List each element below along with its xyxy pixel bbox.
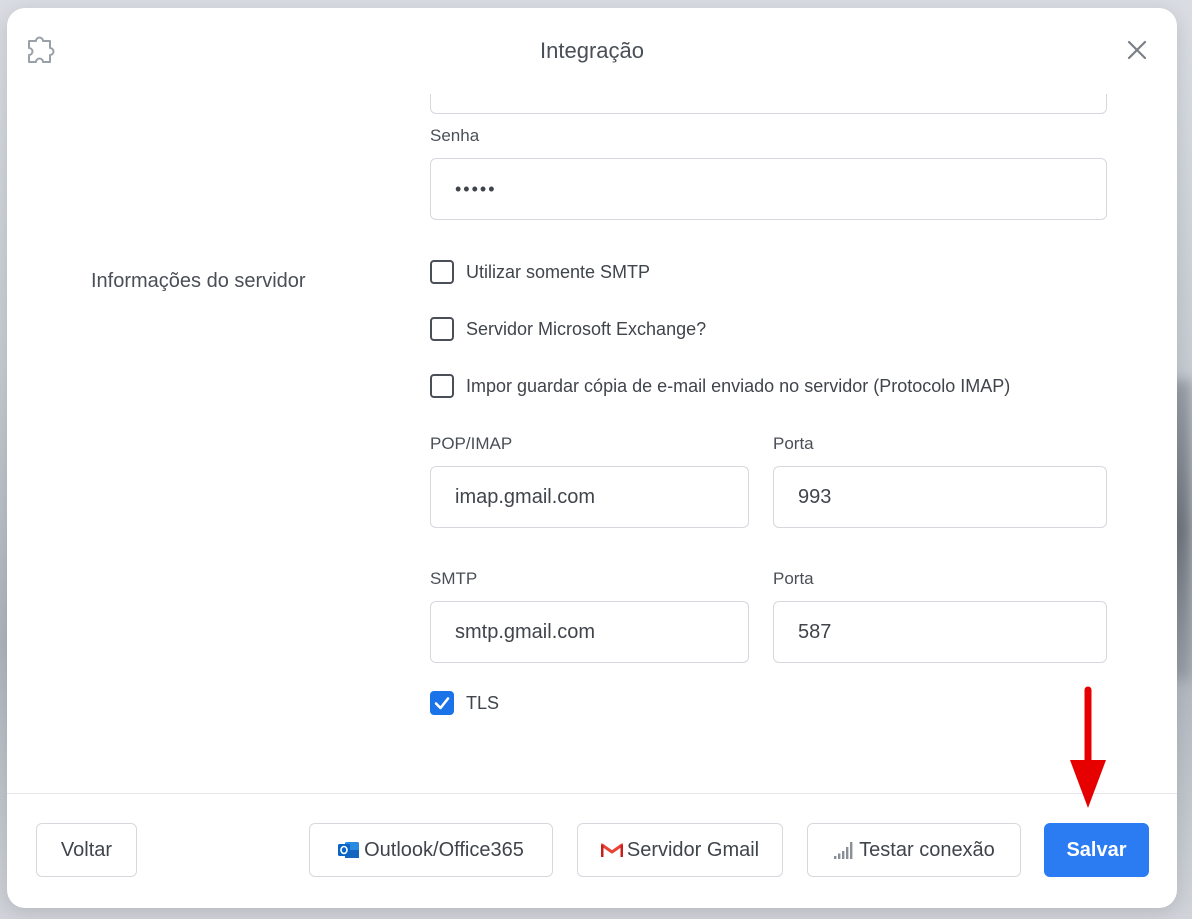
password-field[interactable]: ••••• — [430, 158, 1107, 220]
footer-divider — [7, 793, 1177, 794]
imap-copy-option[interactable]: Impor guardar cópia de e-mail enviado no… — [430, 374, 1010, 398]
annotation-arrow-icon — [1070, 686, 1106, 808]
smtp-only-option[interactable]: Utilizar somente SMTP — [430, 260, 650, 284]
exchange-checkbox[interactable] — [430, 317, 454, 341]
tls-option[interactable]: TLS — [430, 691, 499, 715]
exchange-label: Servidor Microsoft Exchange? — [466, 318, 707, 339]
smtp-server-value: smtp.gmail.com — [455, 620, 596, 643]
save-button-label: Salvar — [1066, 838, 1127, 861]
checkmark-icon — [434, 697, 450, 710]
save-button[interactable]: Salvar — [1044, 823, 1149, 877]
back-button-label: Voltar — [60, 838, 113, 861]
exchange-option[interactable]: Servidor Microsoft Exchange? — [430, 317, 706, 341]
imap-copy-label: Impor guardar cópia de e-mail enviado no… — [466, 375, 1011, 396]
outlook-icon — [338, 840, 360, 860]
dialog-header: Integração — [7, 8, 1177, 94]
smtp-port-value: 587 — [798, 620, 832, 643]
smtp-only-checkbox[interactable] — [430, 260, 454, 284]
gmail-button-label: Servidor Gmail — [626, 838, 760, 861]
dialog-title: Integração — [540, 38, 644, 63]
test-connection-button[interactable]: Testar conexão — [807, 823, 1021, 877]
incoming-port-label: Porta — [773, 434, 814, 453]
incoming-port-field[interactable]: 993 — [773, 466, 1107, 528]
outlook-button[interactable]: Outlook/Office365 — [309, 823, 553, 877]
signal-bars-icon — [833, 840, 855, 860]
dialog-body: Senha ••••• Informações do servidor Util… — [7, 94, 1177, 794]
test-connection-label: Testar conexão — [859, 838, 995, 861]
smtp-port-field[interactable]: 587 — [773, 601, 1107, 663]
tls-checkbox[interactable] — [430, 691, 454, 715]
incoming-server-label: POP/IMAP — [430, 434, 513, 453]
smtp-server-field[interactable]: smtp.gmail.com — [430, 601, 749, 663]
outlook-button-label: Outlook/Office365 — [364, 838, 524, 861]
previous-input-field[interactable] — [430, 94, 1107, 114]
smtp-only-label: Utilizar somente SMTP — [466, 261, 651, 282]
password-value: ••••• — [455, 178, 497, 199]
gmail-button[interactable]: Servidor Gmail — [577, 823, 783, 877]
password-label: Senha — [430, 126, 480, 145]
integration-dialog: Integração Senha ••••• Informações do se… — [7, 8, 1177, 908]
incoming-server-field[interactable]: imap.gmail.com — [430, 466, 749, 528]
incoming-server-value: imap.gmail.com — [455, 485, 596, 508]
smtp-port-label: Porta — [773, 569, 814, 588]
gmail-icon — [600, 842, 623, 858]
tls-label: TLS — [466, 692, 500, 713]
close-icon[interactable] — [1125, 38, 1149, 62]
back-button[interactable]: Voltar — [36, 823, 137, 877]
incoming-port-value: 993 — [798, 485, 832, 508]
server-info-heading: Informações do servidor — [91, 270, 306, 292]
smtp-server-label: SMTP — [430, 569, 478, 588]
imap-copy-checkbox[interactable] — [430, 374, 454, 398]
